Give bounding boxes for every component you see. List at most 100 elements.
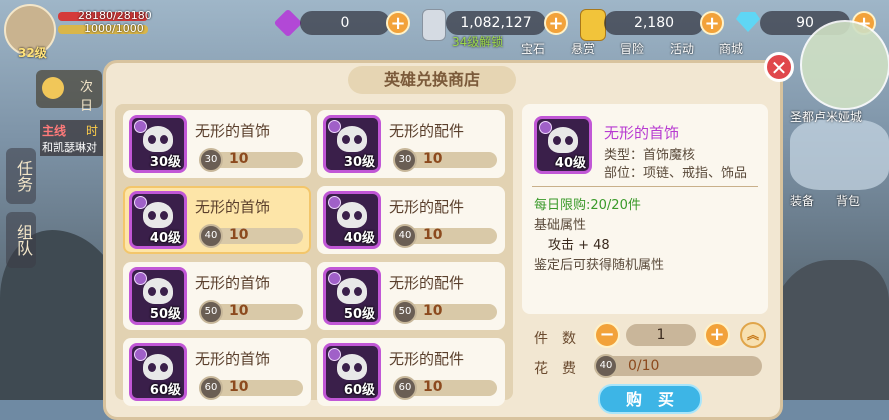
map-location: 圣都卢米娅城	[790, 110, 863, 124]
close-button[interactable]: ✕	[764, 52, 794, 82]
item-name: 无形的首饰	[195, 274, 271, 292]
skull-icon	[548, 127, 578, 153]
item-icon: 40级	[323, 191, 381, 249]
hero-coin-icon: 40	[594, 354, 618, 378]
item-price: 10	[423, 303, 443, 319]
shop-item-card[interactable]: 50级 无形的配件 50 10	[317, 262, 505, 330]
quest-next-label: 次日	[80, 80, 94, 114]
item-icon: 30级	[323, 115, 381, 173]
shop-item-card[interactable]: 30级 无形的配件 30 10	[317, 110, 505, 178]
right-bag[interactable]: 背包	[828, 192, 868, 209]
skull-icon	[143, 278, 173, 304]
hp-text: 28180/28180	[78, 9, 152, 22]
main-quest-desc: 和凯瑟琳对	[42, 141, 97, 154]
item-level: 50级	[343, 307, 375, 322]
item-price: 10	[423, 151, 443, 167]
hero-coin-icon: 40	[199, 224, 223, 248]
item-level: 50级	[149, 307, 181, 322]
main-quest-tag: 主线	[42, 124, 67, 138]
main-quest-panel[interactable]: 主线 时 和凯瑟琳对	[40, 120, 104, 156]
nav-adventure[interactable]: 冒险	[612, 40, 652, 57]
item-icon: 60级	[129, 343, 187, 401]
skull-icon	[143, 202, 173, 228]
gold-coin-stack-icon	[580, 9, 606, 41]
shop-item-card[interactable]: 60级 无形的首饰 60 10	[123, 338, 311, 406]
minimap[interactable]	[800, 20, 889, 110]
item-price: 10	[423, 227, 443, 243]
item-name: 无形的首饰	[195, 122, 271, 140]
add-silver-coin-button[interactable]: +	[544, 11, 568, 35]
item-level: 40级	[343, 231, 375, 246]
detail-item-name: 无形的首饰	[604, 124, 680, 142]
item-price: 10	[423, 379, 443, 395]
hero-coin-icon: 50	[393, 300, 417, 324]
skull-icon	[337, 126, 367, 152]
shop-item-card[interactable]: 60级 无形的配件 60 10	[317, 338, 505, 406]
skull-icon	[337, 202, 367, 228]
mp-text: 1000/1000	[84, 22, 144, 35]
skull-icon	[143, 126, 173, 152]
detail-item-type: 类型：首饰魔核	[604, 148, 696, 163]
item-price: 10	[229, 151, 249, 167]
item-name: 无形的配件	[389, 122, 465, 140]
background-ice	[790, 120, 889, 190]
hero-coin-icon: 40	[393, 224, 417, 248]
quantity-input[interactable]: 1	[626, 324, 696, 346]
shop-item-card[interactable]: 50级 无形的首饰 50 10	[123, 262, 311, 330]
detail-item-level: 40级	[554, 156, 586, 171]
skull-icon	[143, 354, 173, 380]
nav-gem[interactable]: 宝石	[513, 40, 553, 57]
detail-item-slot: 部位：项链、戒指、饰品	[604, 166, 748, 181]
add-purple-gem-button[interactable]: +	[386, 11, 410, 35]
item-name: 无形的配件	[389, 350, 465, 368]
silver-coin-stack-icon	[422, 9, 446, 41]
buy-button[interactable]: 购 买	[598, 384, 702, 414]
quantity-label: 件 数	[534, 331, 576, 347]
quest-next-panel[interactable]: 次日	[36, 70, 102, 114]
item-level: 60级	[149, 383, 181, 398]
item-name: 无形的首饰	[195, 198, 271, 216]
cost-bar	[600, 356, 762, 376]
detail-item-icon: 40级	[534, 116, 592, 174]
daily-limit: 每日限购:20/20件	[534, 198, 641, 213]
item-name: 无形的配件	[389, 198, 465, 216]
item-icon: 60级	[323, 343, 381, 401]
item-price: 10	[229, 303, 249, 319]
nav-mall[interactable]: 商城	[711, 40, 751, 57]
hero-coin-icon: 50	[199, 300, 223, 324]
item-level: 30级	[343, 155, 375, 170]
silver-unlock-note: 34级解锁	[452, 35, 504, 49]
hero-coin-icon: 30	[199, 148, 223, 172]
right-equip[interactable]: 装备	[782, 192, 822, 209]
cost-value: 0/10	[628, 358, 660, 374]
cost-label: 花 费	[534, 361, 576, 377]
shop-item-card-selected[interactable]: 40级 无形的首饰 40 10	[123, 186, 311, 254]
item-price: 10	[229, 227, 249, 243]
tab-team[interactable]: 组队	[6, 212, 36, 268]
purple-gem-count: 0	[300, 11, 390, 35]
item-price: 10	[229, 379, 249, 395]
add-gold-coin-button[interactable]: +	[700, 11, 724, 35]
bell-icon	[42, 77, 64, 99]
item-icon: 50级	[129, 267, 187, 325]
item-icon: 30级	[129, 115, 187, 173]
main-quest-time: 时	[86, 124, 99, 138]
nav-bounty[interactable]: 悬赏	[563, 40, 603, 57]
item-level: 40级	[149, 231, 181, 246]
hero-coin-icon: 30	[393, 148, 417, 172]
quantity-plus-button[interactable]: +	[704, 322, 730, 348]
item-name: 无形的配件	[389, 274, 465, 292]
item-level: 60级	[343, 383, 375, 398]
attack-attr: 攻击 + 48	[548, 238, 610, 253]
skull-icon	[337, 354, 367, 380]
silver-coin-count: 1,082,127	[446, 11, 546, 35]
tab-task[interactable]: 任务	[6, 148, 36, 204]
shop-item-card[interactable]: 40级 无形的配件 40 10	[317, 186, 505, 254]
quantity-max-button[interactable]: ︽	[740, 322, 766, 348]
hero-coin-icon: 60	[199, 376, 223, 400]
quantity-minus-button[interactable]: −	[594, 322, 620, 348]
item-icon: 50级	[323, 267, 381, 325]
shop-item-card[interactable]: 30级 无形的首饰 30 10	[123, 110, 311, 178]
item-name: 无形的首饰	[195, 350, 271, 368]
nav-activity[interactable]: 活动	[662, 40, 702, 57]
